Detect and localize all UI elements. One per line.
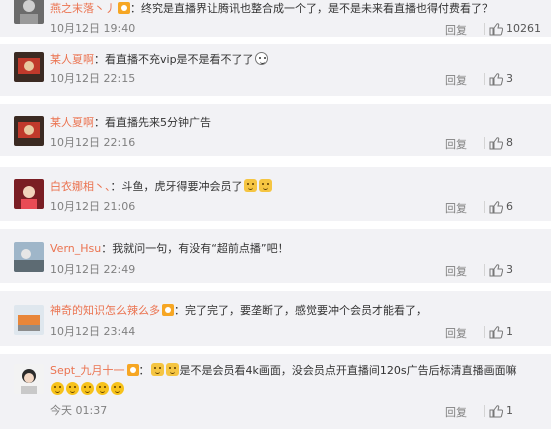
username-link[interactable]: 神奇的知识怎么辣么多 xyxy=(50,304,160,317)
reply-button[interactable]: 回复 xyxy=(445,325,467,341)
comment-text: ：终究是直播界让腾讯也整合成一个了，是不是未来看直播也得付费看了？ xyxy=(130,2,493,15)
comment-text-line: 燕之末落丶丿 ：终究是直播界让腾讯也整合成一个了，是不是未来看直播也得付费看了？ xyxy=(50,2,539,16)
comment-item: 某人夏啊：看直播先来5分钟广告 10月12日 22:16 回复 8 xyxy=(0,104,551,156)
reply-button[interactable]: 回复 xyxy=(445,22,467,38)
avatar[interactable] xyxy=(14,305,44,335)
reply-button[interactable]: 回复 xyxy=(445,263,467,279)
emoji-row xyxy=(50,382,539,397)
avatar[interactable] xyxy=(14,116,44,146)
comment-text: 是不是会员看4k画面，没会员点开直播间120s广告后标清直播画面嘛 xyxy=(179,364,517,377)
divider xyxy=(484,264,485,276)
username-link[interactable]: 某人夏啊 xyxy=(50,53,94,66)
divider xyxy=(484,23,485,35)
comment-text: ： xyxy=(138,364,150,377)
username-link[interactable]: 白衣娜相丶、 xyxy=(50,180,111,193)
username-link[interactable]: Sept_九月十一 xyxy=(50,364,125,377)
like-count: 3 xyxy=(506,263,513,276)
divider xyxy=(484,137,485,149)
reply-button[interactable]: 回复 xyxy=(445,200,467,216)
thumbs-up-icon[interactable] xyxy=(489,264,503,277)
username-link[interactable]: 燕之末落丶丿 xyxy=(50,2,116,15)
comment-text-line: 白衣娜相丶、：斗鱼，虎牙得要冲会员了 xyxy=(50,179,539,194)
emoji-icon xyxy=(243,179,257,192)
comment-item: 某人夏啊：看直播不充vip是不是看不了了 10月12日 22:15 回复 3 xyxy=(0,44,551,96)
member-badge-icon xyxy=(118,2,130,14)
emoji-icon xyxy=(165,363,179,376)
member-badge-icon xyxy=(126,364,139,376)
avatar[interactable] xyxy=(14,52,44,82)
like-count: 8 xyxy=(506,136,513,149)
comment-text: ：完了完了，要垄断了，感觉要冲个会员才能看了， xyxy=(174,304,427,317)
emoji-icon xyxy=(96,382,109,395)
avatar[interactable] xyxy=(14,179,44,209)
emoji-icon xyxy=(150,363,164,376)
divider xyxy=(484,201,485,213)
emoji-icon xyxy=(254,52,268,65)
comment-text: ：斗鱼，虎牙得要冲会员了 xyxy=(110,180,243,193)
comment-item: 燕之末落丶丿 ：终究是直播界让腾讯也整合成一个了，是不是未来看直播也得付费看了？ … xyxy=(0,0,551,37)
comment-text-line: Vern_Hsu：我就问一句，有没有“超前点播”吧！ xyxy=(50,242,539,256)
username-link[interactable]: 某人夏啊 xyxy=(50,116,94,129)
username-link[interactable]: Vern_Hsu xyxy=(50,242,101,255)
thumbs-up-icon[interactable] xyxy=(489,201,503,214)
emoji-icon xyxy=(111,382,124,395)
comment-text-line: Sept_九月十一 ： 是不是会员看4k画面，没会员点开直播间120s广告后标清直播… xyxy=(50,363,539,378)
avatar[interactable] xyxy=(14,0,44,24)
emoji-icon xyxy=(81,382,94,395)
comment-text-line: 某人夏啊：看直播先来5分钟广告 xyxy=(50,116,539,130)
comment-text-line: 神奇的知识怎么辣么多 ：完了完了，要垄断了，感觉要冲个会员才能看了， xyxy=(50,304,539,318)
member-badge-icon xyxy=(162,304,174,316)
emoji-icon xyxy=(66,382,79,395)
reply-button[interactable]: 回复 xyxy=(445,72,467,88)
thumbs-up-icon[interactable] xyxy=(489,137,503,150)
like-count: 10261 xyxy=(506,22,541,35)
like-count: 3 xyxy=(506,72,513,85)
comment-item: Sept_九月十一 ： 是不是会员看4k画面，没会员点开直播间120s广告后标清直播… xyxy=(0,354,551,429)
comment-text: ：我就问一句，有没有“超前点播”吧！ xyxy=(101,242,289,255)
emoji-icon xyxy=(258,179,272,192)
divider xyxy=(484,326,485,338)
comment-item: Vern_Hsu：我就问一句，有没有“超前点播”吧！ 10月12日 22:49 … xyxy=(0,229,551,283)
thumbs-up-icon[interactable] xyxy=(489,73,503,86)
divider xyxy=(484,405,485,417)
avatar[interactable] xyxy=(14,242,44,272)
comment-text: ：看直播先来5分钟广告 xyxy=(94,116,211,129)
comment-item: 白衣娜相丶、：斗鱼，虎牙得要冲会员了 10月12日 21:06 回复 6 xyxy=(0,167,551,221)
avatar[interactable] xyxy=(14,364,44,394)
comment-text: ：看直播不充vip是不是看不了了 xyxy=(94,53,254,66)
thumbs-up-icon[interactable] xyxy=(489,23,503,36)
reply-button[interactable]: 回复 xyxy=(445,136,467,152)
divider xyxy=(484,73,485,85)
comment-text-line: 某人夏啊：看直播不充vip是不是看不了了 xyxy=(50,52,539,67)
like-count: 6 xyxy=(506,200,513,213)
reply-button[interactable]: 回复 xyxy=(445,404,467,420)
thumbs-up-icon[interactable] xyxy=(489,326,503,339)
emoji-icon xyxy=(51,382,64,395)
like-count: 1 xyxy=(506,404,513,417)
thumbs-up-icon[interactable] xyxy=(489,405,503,418)
like-count: 1 xyxy=(506,325,513,338)
comment-item: 神奇的知识怎么辣么多 ：完了完了，要垄断了，感觉要冲个会员才能看了， 10月12日… xyxy=(0,291,551,346)
